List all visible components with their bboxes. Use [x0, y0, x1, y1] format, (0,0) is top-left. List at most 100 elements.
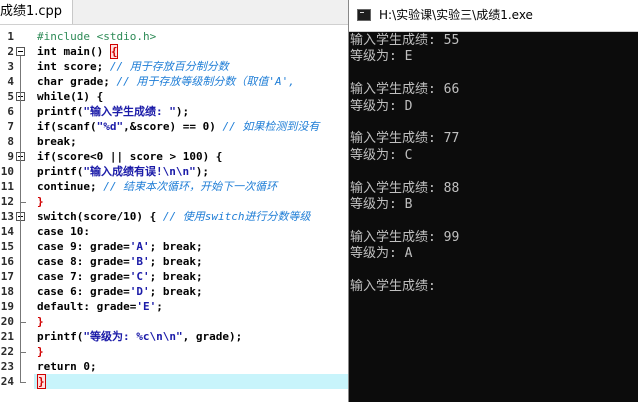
code-token: 'B' — [129, 255, 150, 268]
code-token: break; — [37, 135, 77, 148]
code-line[interactable]: int score; // 用于存放百分制分数 — [37, 59, 229, 74]
code-line[interactable]: } — [37, 314, 44, 329]
code-token: 'D' — [129, 285, 150, 298]
fold-end-marker — [20, 382, 26, 383]
line-number: 24 — [0, 375, 14, 388]
code-line[interactable]: } — [37, 344, 44, 359]
code-token: ; break; — [149, 285, 203, 298]
code-token: { — [109, 44, 119, 59]
console-line: 输入学生成绩: — [350, 279, 436, 294]
code-token: ); — [195, 165, 209, 178]
code-token: "%d" — [96, 120, 124, 133]
line-number: 16 — [0, 255, 14, 268]
code-token: default: grade= — [37, 300, 137, 313]
code-token: ; break; — [149, 270, 203, 283]
console-line: 等级为: B — [350, 197, 413, 212]
code-line[interactable]: printf("等级为: %c\n\n", grade); — [37, 329, 242, 344]
code-token: continue; — [37, 180, 104, 193]
code-token: "等级为: %c\n\n" — [83, 330, 183, 343]
code-line[interactable]: } — [37, 194, 44, 209]
line-number: 23 — [0, 360, 14, 373]
code-token: 'A' — [129, 240, 150, 253]
line-number: 22 — [0, 345, 14, 358]
code-line[interactable]: printf("输入学生成绩: "); — [37, 104, 189, 119]
code-token: ; break; — [149, 255, 203, 268]
code-line[interactable]: if(score<0 || score > 100) { — [37, 149, 222, 164]
code-token: 'E' — [136, 300, 157, 313]
console-line: 等级为: E — [350, 49, 413, 65]
fold-guide-line — [20, 56, 21, 382]
line-number: 5 — [7, 90, 14, 103]
code-token: } — [37, 315, 44, 328]
code-token: case 9: grade= — [37, 240, 130, 253]
console-title-bar[interactable]: H:\实验课\实验三\成绩1.exe — [349, 0, 638, 32]
code-token: // 如果检测到没有 — [222, 120, 320, 133]
line-number: 6 — [7, 105, 14, 118]
code-line[interactable]: case 6: grade='D'; break; — [37, 284, 203, 299]
line-number: 13 — [0, 210, 14, 223]
code-line[interactable]: char grade; // 用于存放等级制分数（取值'A', — [37, 74, 295, 89]
code-token: , grade); — [182, 330, 243, 343]
fold-end-marker — [20, 202, 26, 203]
console-line: 输入学生成绩: 66 — [350, 82, 460, 98]
code-token: case 10: — [37, 225, 90, 238]
line-number: 11 — [0, 180, 14, 193]
code-line[interactable]: continue; // 结束本次循环，开始下一次循环 — [37, 179, 277, 194]
console-line: 输入学生成绩: 88 — [350, 180, 460, 196]
code-token: printf( — [37, 105, 84, 118]
code-line[interactable]: printf("输入成绩有误!\n\n"); — [37, 164, 209, 179]
code-line[interactable]: default: grade='E'; — [37, 299, 163, 314]
console-output: 输入学生成绩: 55 等级为: E 输入学生成绩: 66 等级为: D 输入学生成绩: … — [350, 31, 638, 402]
code-token: ); — [175, 105, 190, 118]
fold-end-marker — [20, 322, 26, 323]
code-token: while(1) { — [37, 90, 104, 103]
line-number: 18 — [0, 285, 14, 298]
code-line[interactable]: return 0; — [37, 359, 97, 374]
console-title: H:\实验课\实验三\成绩1.exe — [379, 8, 533, 22]
console-window[interactable]: H:\实验课\实验三\成绩1.exe 输入学生成绩: 55 等级为: E 输入学生成… — [348, 0, 638, 402]
code-token: return 0; — [37, 360, 97, 373]
code-token: "输入学生成绩: " — [83, 105, 176, 118]
line-number: 17 — [0, 270, 14, 283]
line-number: 8 — [7, 135, 14, 148]
code-line[interactable]: case 7: grade='C'; break; — [37, 269, 203, 284]
code-line[interactable]: case 8: grade='B'; break; — [37, 254, 203, 269]
code-token: 'C' — [129, 270, 150, 283]
code-token: } — [37, 195, 44, 208]
line-number: 7 — [7, 120, 14, 133]
code-token: ; — [156, 300, 163, 313]
code-token: } — [37, 345, 44, 358]
line-number: 19 — [0, 300, 14, 313]
code-token: switch(score/10) { — [37, 210, 163, 223]
tab-file[interactable]: 成绩1.cpp — [0, 0, 74, 24]
code-line[interactable]: case 9: grade='A'; break; — [37, 239, 203, 254]
code-line[interactable]: int main() { — [37, 44, 119, 59]
code-line[interactable]: if(scanf("%d",&score) == 0) // 如果检测到没有 — [37, 119, 319, 134]
code-line[interactable]: #include <stdio.h> — [37, 29, 156, 44]
code-token: int main() — [37, 45, 110, 58]
code-token: // 结束本次循环，开始下一次循环 — [103, 180, 278, 193]
line-number: 10 — [0, 165, 14, 178]
console-line: 输入学生成绩: 55 — [350, 33, 460, 48]
line-number: 2 — [7, 45, 14, 58]
line-number: 21 — [0, 330, 14, 343]
code-token: printf( — [37, 165, 84, 178]
code-token: printf( — [37, 330, 84, 343]
tab-label[interactable]: 成绩1.cpp — [0, 4, 62, 19]
code-line[interactable]: break; — [37, 134, 77, 149]
code-line[interactable]: case 10: — [37, 224, 90, 239]
code-token: char grade; — [37, 75, 117, 88]
console-line: 等级为: D — [350, 98, 413, 114]
code-token: // 用于存放等级制分数（取值'A', — [116, 75, 295, 88]
line-number: 12 — [0, 195, 14, 208]
code-token: int score; — [37, 60, 110, 73]
line-number: 1 — [7, 30, 14, 43]
code-token: case 6: grade= — [37, 285, 130, 298]
fold-toggle-icon[interactable] — [16, 47, 25, 56]
console-line: 输入学生成绩: 99 — [350, 229, 460, 245]
code-line[interactable]: switch(score/10) { // 使用switch进行分数等级 — [37, 209, 310, 224]
console-app-icon — [357, 9, 371, 21]
code-token: #include <stdio.h> — [37, 30, 157, 43]
code-line[interactable]: while(1) { — [37, 89, 103, 104]
line-number: 15 — [0, 240, 14, 253]
